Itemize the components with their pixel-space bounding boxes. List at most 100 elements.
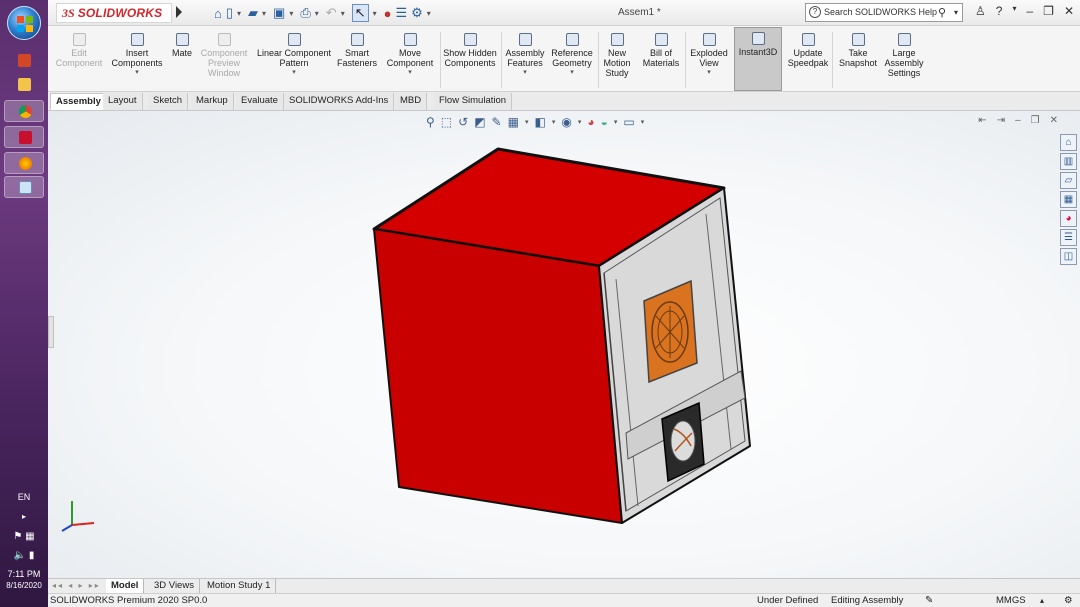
help-dropdown-icon[interactable]: ▾: [1012, 4, 1016, 18]
user-icon[interactable]: ♙: [975, 4, 986, 18]
tab-evaluate[interactable]: Evaluate: [236, 93, 284, 110]
mate-paperclip-icon: [175, 33, 189, 46]
tab-solidworks-addins[interactable]: SOLIDWORKS Add-Ins: [284, 93, 395, 110]
clock-date[interactable]: 8/16/2020: [0, 581, 48, 590]
unit-system[interactable]: MMGS: [996, 594, 1026, 607]
units-dropdown-icon[interactable]: ▴: [1040, 594, 1044, 607]
search-help-input[interactable]: ? Search SOLIDWORKS Help ⚲ ▾: [805, 3, 963, 22]
mate-button[interactable]: Mate: [168, 29, 196, 58]
update-speedpak-button[interactable]: Update Speedpak: [786, 29, 830, 68]
save-dropdown-icon[interactable]: ▾: [289, 9, 293, 18]
graphics-area[interactable]: ⚲ ⬚ ↺ ◩ ✎ ▦ ▾ ◧ ▾ ◉ ▾ ◕ ◒ ▾ ▭ ▾ ⇤ ⇥ – ❐ ✕ ⌂ ▥…: [48, 111, 1080, 578]
bill-of-materials-button[interactable]: Bill of Materials: [638, 29, 684, 68]
tab-flow-simulation[interactable]: Flow Simulation: [434, 93, 513, 110]
search-dropdown-icon[interactable]: ▾: [954, 4, 958, 21]
open-dropdown-icon[interactable]: ▾: [262, 9, 266, 18]
motion-study-icon: [610, 33, 624, 46]
instant3d-icon: [751, 32, 765, 45]
search-icon[interactable]: ⚲: [938, 5, 946, 22]
open-icon[interactable]: ▰: [248, 5, 258, 21]
clock-time[interactable]: 7:11 PM: [0, 569, 48, 579]
instant3d-label: Instant3D: [738, 47, 778, 57]
new-motion-study-button[interactable]: New Motion Study: [600, 29, 634, 78]
rebuild-icon[interactable]: ●: [384, 6, 392, 21]
tab-assembly[interactable]: Assembly: [50, 93, 107, 110]
start-button[interactable]: [7, 6, 41, 40]
menu-expand-arrow-icon[interactable]: [176, 6, 182, 18]
tab-sketch[interactable]: Sketch: [148, 93, 189, 110]
minimize-button[interactable]: –: [1026, 4, 1033, 18]
large-assembly-label: Large Assembly Settings: [884, 48, 924, 78]
tab-scroll-arrows-icon[interactable]: ◂◂ ◂ ▸ ▸▸: [52, 581, 101, 590]
insert-components-icon: [130, 33, 144, 46]
ribbon-separator: [685, 32, 686, 88]
linear-component-pattern-button[interactable]: Linear Component Pattern ▾: [254, 29, 334, 78]
exploded-view-dropdown-icon[interactable]: ▾: [687, 68, 731, 78]
ribbon-separator: [501, 32, 502, 88]
help-icon[interactable]: ?: [996, 4, 1003, 18]
linear-pattern-dropdown-icon[interactable]: ▾: [254, 68, 334, 78]
tab-layout[interactable]: Layout: [103, 93, 143, 110]
taskbar-app-solidworks[interactable]: [4, 126, 44, 148]
options-dropdown-icon[interactable]: ▾: [427, 9, 431, 18]
new-dropdown-icon[interactable]: ▾: [237, 9, 241, 18]
options-gear-icon[interactable]: ⚙: [411, 5, 423, 21]
smart-fasteners-icon: [350, 33, 364, 46]
definition-state: Under Defined: [757, 595, 819, 606]
tab-mbd[interactable]: MBD: [395, 93, 428, 110]
take-snapshot-button[interactable]: Take Snapshot: [836, 29, 880, 68]
move-component-button[interactable]: Move Component ▾: [382, 29, 438, 78]
fan-hub-icon: [670, 420, 696, 462]
box-front-face[interactable]: [373, 228, 623, 524]
tab-model[interactable]: Model: [106, 579, 145, 593]
undo-icon[interactable]: ↶: [326, 5, 337, 21]
tab-markup[interactable]: Markup: [191, 93, 234, 110]
tab-3d-views[interactable]: 3D Views: [149, 579, 200, 593]
print-dropdown-icon[interactable]: ▾: [315, 9, 319, 18]
move-component-dropdown-icon[interactable]: ▾: [382, 68, 438, 78]
edit-component-button[interactable]: Edit Component: [52, 29, 106, 68]
smart-fasteners-button[interactable]: Smart Fasteners: [336, 29, 378, 68]
file-properties-icon[interactable]: ☰: [395, 5, 407, 21]
home-icon[interactable]: ⌂: [214, 6, 222, 21]
logo-text: SOLIDWORKS: [77, 6, 163, 20]
reference-geometry-dropdown-icon[interactable]: ▾: [549, 68, 595, 78]
assembly-features-button[interactable]: Assembly Features ▾: [504, 29, 546, 78]
component-preview-window-button[interactable]: Component Preview Window: [198, 29, 250, 78]
tray-expand-icon[interactable]: ▸: [0, 512, 48, 521]
instant3d-toggle[interactable]: Instant3D: [734, 27, 782, 91]
reference-geometry-button[interactable]: Reference Geometry ▾: [549, 29, 595, 78]
select-arrow-icon[interactable]: ↖: [351, 4, 369, 22]
quick-access-toolbar: ⌂ ▯ ▾ ▰ ▾ ▣ ▾ ⎙ ▾ ↶ ▾ ↖ ▾ ● ☰ ⚙ ▾: [214, 4, 438, 22]
take-snapshot-label: Take Snapshot: [838, 48, 878, 68]
tray-icons[interactable]: ⚑ ▦: [0, 531, 48, 542]
restore-button[interactable]: ❐: [1043, 4, 1054, 18]
tab-motion-study-1[interactable]: Motion Study 1: [202, 579, 277, 593]
language-indicator[interactable]: EN: [0, 492, 48, 502]
show-hidden-components-button[interactable]: Show Hidden Components: [442, 29, 498, 68]
exploded-view-button[interactable]: Exploded View ▾: [687, 29, 731, 78]
insert-components-dropdown-icon[interactable]: ▾: [108, 68, 166, 78]
taskbar-app-firefox[interactable]: [4, 152, 44, 174]
close-button[interactable]: ✕: [1064, 4, 1074, 18]
solidworks-logo[interactable]: 3S SOLIDWORKS: [56, 3, 172, 23]
large-assembly-settings-button[interactable]: Large Assembly Settings: [882, 29, 926, 78]
taskbar-app-explorer[interactable]: [4, 74, 44, 96]
print-icon[interactable]: ⎙: [300, 5, 310, 21]
assembly-features-dropdown-icon[interactable]: ▾: [504, 68, 546, 78]
reference-triad: [61, 501, 95, 532]
taskbar-app-powerpoint[interactable]: [4, 50, 44, 72]
assembly-model[interactable]: [48, 111, 1080, 578]
update-speedpak-label: Update Speedpak: [787, 48, 829, 68]
rebuild-status-icon[interactable]: ✎: [925, 594, 933, 607]
taskbar-app-document[interactable]: [4, 176, 44, 198]
select-dropdown-icon[interactable]: ▾: [373, 9, 377, 18]
volume-network-icon[interactable]: 🔈 ▮: [0, 550, 48, 561]
save-icon[interactable]: ▣: [273, 5, 285, 21]
speedpak-icon: [801, 33, 815, 46]
insert-components-button[interactable]: Insert Components ▾: [108, 29, 166, 78]
undo-dropdown-icon[interactable]: ▾: [341, 9, 345, 18]
taskbar-app-chrome[interactable]: [4, 100, 44, 122]
quick-tips-icon[interactable]: ⚙: [1064, 594, 1073, 607]
new-document-icon[interactable]: ▯: [226, 5, 233, 21]
